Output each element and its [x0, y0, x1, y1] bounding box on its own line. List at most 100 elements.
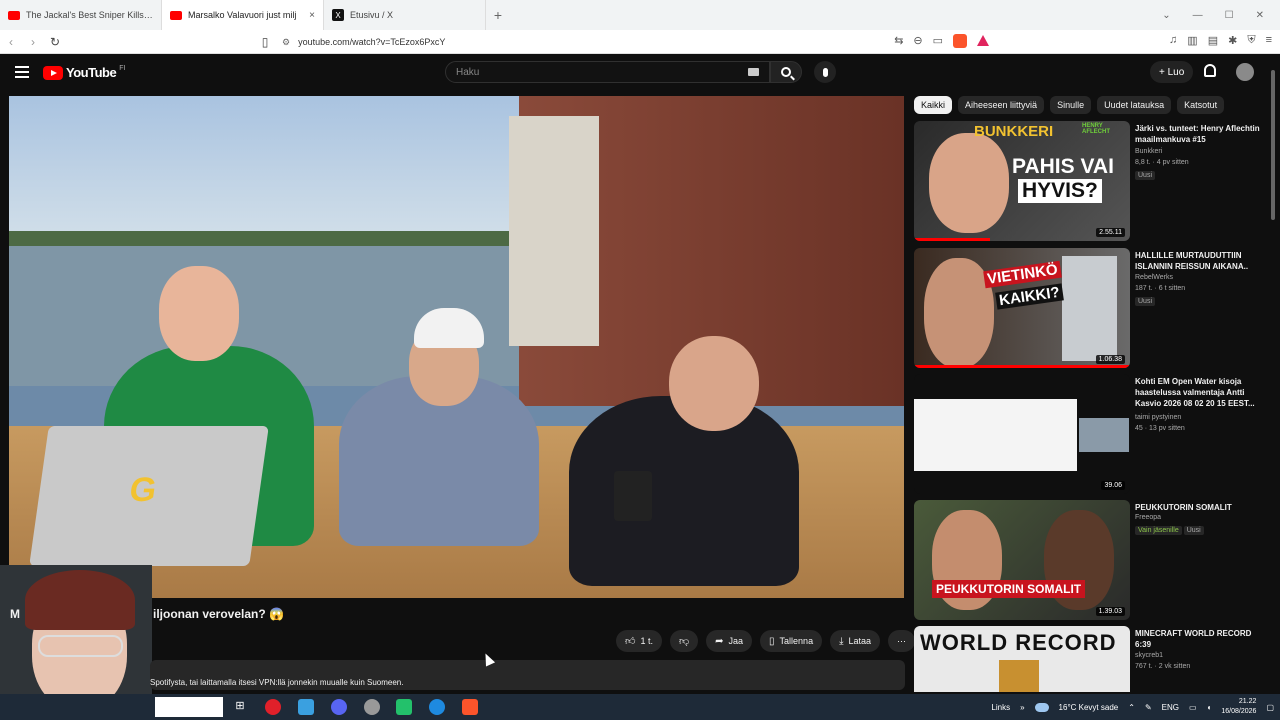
rec-title[interactable]: PEUKKUTORIN SOMALIT — [1135, 502, 1265, 513]
volume-icon[interactable]: ◖ — [1207, 703, 1212, 712]
rec-title[interactable]: MINECRAFT WORLD RECORD 6:39 — [1135, 628, 1265, 650]
download-button[interactable]: ⤓ Lataa — [830, 630, 881, 652]
save-button[interactable]: ▯ Tallenna — [760, 630, 823, 652]
bookmark-save-icon: ▯ — [769, 635, 775, 647]
language-indicator[interactable]: ENG — [1162, 703, 1179, 712]
youtube-header: YouTube FI Haku + Luo — [0, 55, 1280, 90]
close-tab-icon[interactable]: × — [309, 10, 315, 21]
system-tray: Links » 16°C Kevyt sade ⌃ ✎ ENG ▭ ◖ 21.2… — [991, 694, 1274, 720]
video-thumbnail[interactable]: VIETINKÖ KAIKKI? 1.06.38 — [914, 248, 1130, 368]
app-icon[interactable] — [364, 699, 380, 715]
rec-channel[interactable]: RebelWerks — [1135, 274, 1173, 281]
cast-icon[interactable]: ▭ — [933, 34, 943, 48]
brave-rewards-icon[interactable] — [977, 35, 990, 46]
forward-icon[interactable]: › — [22, 35, 44, 49]
task-view-icon[interactable]: ⊞ — [232, 699, 248, 715]
new-tab-button[interactable]: + — [486, 7, 510, 23]
extensions-icon[interactable]: ✱ — [1228, 34, 1237, 48]
youtube-icon — [8, 10, 20, 20]
chip-all[interactable]: Kaikki — [914, 96, 953, 114]
video-thumbnail[interactable]: BUNKKERI HENRY AFLECHT PAHIS VAI HYVIS? … — [914, 121, 1130, 241]
create-button[interactable]: + Luo — [1150, 61, 1194, 83]
opera-icon[interactable] — [265, 699, 281, 715]
close-window-icon[interactable]: ✕ — [1256, 10, 1264, 21]
rec-title[interactable]: Kohti EM Open Water kisoja haastelussa v… — [1135, 376, 1265, 409]
site-info-icon[interactable]: ⚙ — [282, 37, 290, 48]
more-actions-button[interactable]: ⋯ — [888, 630, 916, 652]
links-toolbar[interactable]: Links — [991, 703, 1010, 712]
chip-for-you[interactable]: Sinulle — [1050, 96, 1092, 114]
sidebar-icon[interactable]: ▥ — [1187, 34, 1197, 48]
recommendation-item[interactable]: 39.06 Kohti EM Open Water kisoja haastel… — [914, 374, 1269, 496]
browser-tab-3[interactable]: X Etusivu / X — [324, 0, 486, 30]
account-avatar[interactable] — [1236, 63, 1254, 81]
vpn-icon[interactable]: ⛨ — [1247, 34, 1255, 48]
rec-title[interactable]: HALLILLE MURTAUDUTTIIN ISLANNIN REISSUN … — [1135, 250, 1265, 272]
video-thumbnail[interactable]: PEUKKUTORIN SOMALIT 1.39.03 — [914, 500, 1130, 620]
zoom-icon[interactable]: ⊖ — [913, 34, 922, 48]
browser-menu-icon[interactable]: ≡ — [1266, 34, 1272, 48]
share-icon: ➦ — [715, 635, 724, 647]
video-description[interactable]: Spotifysta, tai laittamalla itsesi VPN:l… — [150, 660, 905, 690]
translate-icon[interactable]: ⇆ — [894, 34, 903, 48]
video-player[interactable]: G — [9, 96, 904, 598]
chip-watched[interactable]: Katsotut — [1177, 96, 1225, 114]
rec-channel[interactable]: Freeopa — [1135, 514, 1161, 521]
thumb-text: WORLD RECORD — [920, 630, 1117, 655]
rec-title[interactable]: Järki vs. tunteet: Henry Aflechtin maail… — [1135, 123, 1265, 145]
tray-expand-icon[interactable]: ⌃ — [1128, 703, 1135, 712]
tab-search-icon[interactable]: ⌄ — [1162, 10, 1170, 21]
notifications-bell-icon[interactable] — [1204, 64, 1216, 77]
rec-meta: 767 t. · 2 vk sitten — [1135, 663, 1191, 670]
rec-channel[interactable]: skycreb1 — [1135, 652, 1163, 659]
video-thumbnail[interactable]: 39.06 — [914, 374, 1130, 494]
recommendation-item[interactable]: VIETINKÖ KAIKKI? 1.06.38 HALLILLE MURTAU… — [914, 248, 1269, 370]
youtube-logo[interactable]: YouTube FI — [43, 65, 125, 80]
notifications-icon[interactable]: ▢ — [1266, 703, 1274, 712]
recommendation-item[interactable]: BUNKKERI HENRY AFLECHT PAHIS VAI HYVIS? … — [914, 121, 1269, 243]
weather-text[interactable]: 16°C Kevyt sade — [1059, 703, 1119, 712]
recommendation-item[interactable]: WORLD RECORD MINECRAFT WORLD RECORD 6:39… — [914, 626, 1269, 692]
voice-search-button[interactable] — [814, 61, 836, 83]
app-icon[interactable] — [396, 699, 412, 715]
browser-tab-2[interactable]: Marsalko Valavuori just milj × — [162, 0, 324, 30]
back-icon[interactable]: ‹ — [0, 35, 22, 49]
clock[interactable]: 21.22 16/08/2026 — [1221, 697, 1256, 717]
thumb-text: HENRY AFLECHT — [1082, 123, 1110, 135]
chip-new-uploads[interactable]: Uudet latauksa — [1097, 96, 1172, 114]
search-button[interactable] — [770, 61, 802, 83]
like-button[interactable]: 👍︎ 1 t. — [616, 630, 662, 652]
maximize-icon[interactable]: ☐ — [1225, 10, 1234, 21]
rec-channel[interactable]: taimi pystyinen — [1135, 414, 1181, 421]
photos-icon[interactable] — [298, 699, 314, 715]
reload-icon[interactable]: ↻ — [44, 35, 66, 49]
recommendation-item[interactable]: PEUKKUTORIN SOMALIT 1.39.03 PEUKKUTORIN … — [914, 500, 1269, 622]
browser-tab-1[interactable]: The Jackal's Best Sniper Kills | The Da — [0, 0, 162, 30]
minimize-icon[interactable]: — — [1193, 10, 1203, 21]
taskbar-search-box[interactable] — [155, 697, 223, 717]
thumb-text: BUNKKERI — [974, 123, 1054, 140]
keyboard-icon[interactable] — [748, 68, 759, 76]
logo-text: YouTube — [66, 65, 117, 80]
brave-shields-icon[interactable] — [953, 34, 968, 48]
hamburger-menu-icon[interactable] — [15, 66, 29, 78]
rec-channel[interactable]: Bunkkeri — [1135, 148, 1162, 155]
search-input[interactable]: Haku — [445, 61, 770, 83]
discord-icon[interactable] — [331, 699, 347, 715]
scrollbar-thumb[interactable] — [1271, 70, 1275, 220]
video-laptop: G — [29, 426, 269, 566]
network-icon[interactable]: ▭ — [1189, 703, 1197, 712]
share-button[interactable]: ➦ Jaa — [706, 630, 753, 652]
dislike-button[interactable]: 👎︎ — [669, 630, 699, 652]
media-icon[interactable]: ♫ — [1169, 34, 1177, 48]
pen-icon[interactable]: ✎ — [1145, 703, 1152, 712]
edge-icon[interactable] — [429, 699, 445, 715]
video-thumbnail[interactable]: WORLD RECORD — [914, 626, 1130, 692]
page-scrollbar[interactable] — [1270, 62, 1276, 692]
search-icon — [781, 67, 791, 77]
bookmark-icon[interactable]: ▯ — [254, 35, 276, 49]
brave-icon[interactable] — [462, 699, 478, 715]
wallet-icon[interactable]: ▤ — [1208, 34, 1218, 48]
chevron-right-icon[interactable]: » — [1020, 703, 1024, 712]
chip-related[interactable]: Aiheeseen liittyviä — [958, 96, 1045, 114]
